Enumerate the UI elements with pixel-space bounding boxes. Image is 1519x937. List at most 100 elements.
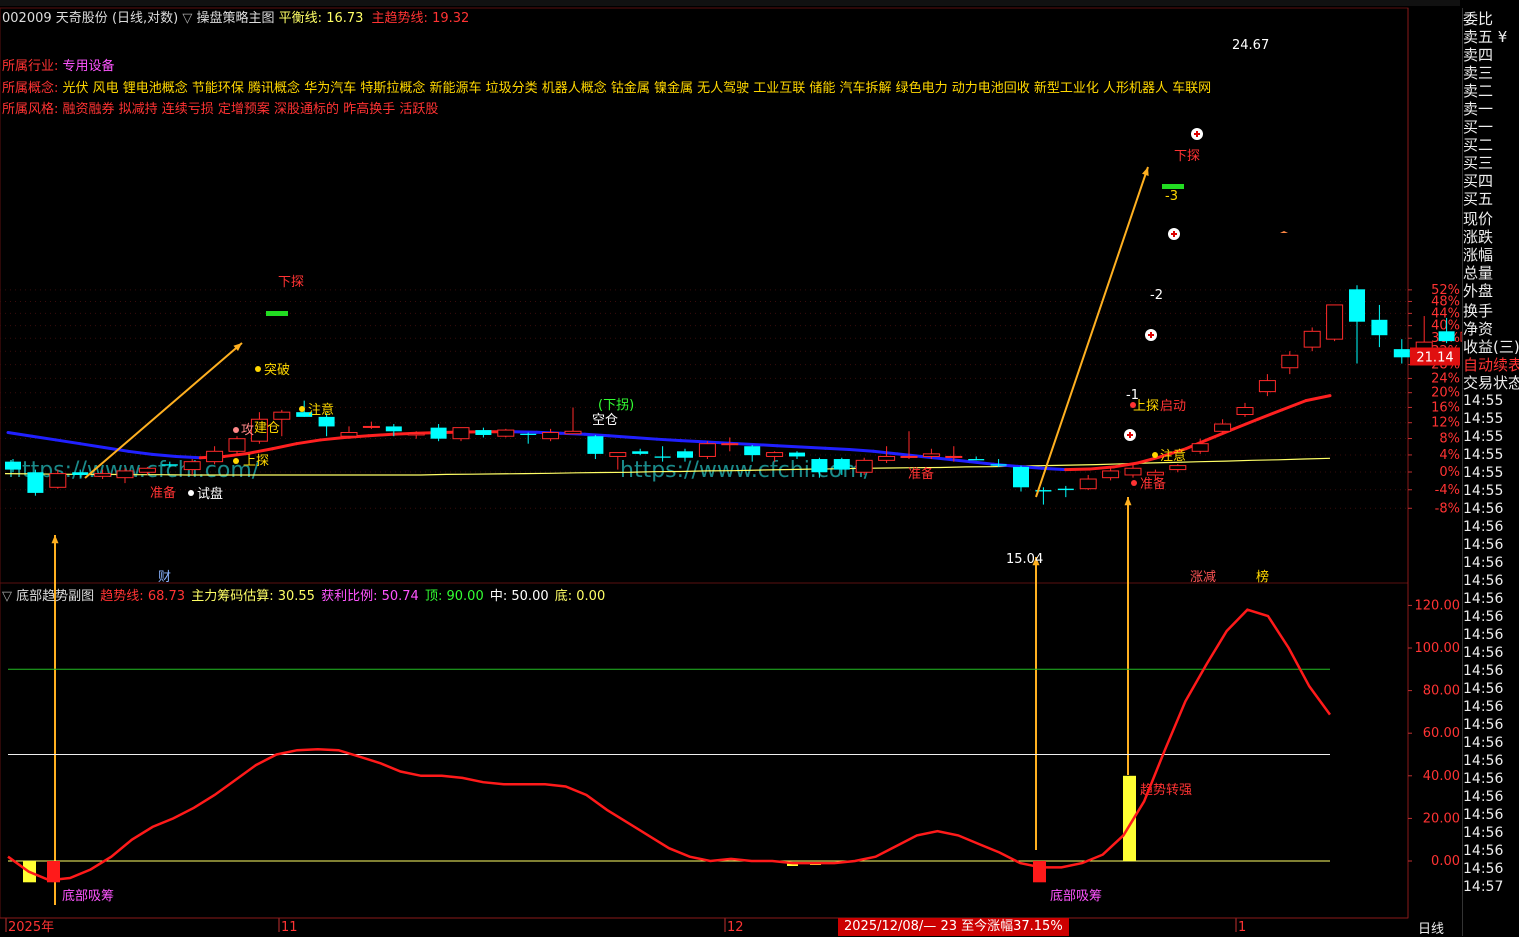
signal-dot (299, 406, 305, 412)
candle-body-down (811, 459, 827, 472)
trend-line-seg (152, 454, 176, 456)
signal-dot (1130, 402, 1136, 408)
tick-time-19: 14:56 (1463, 734, 1519, 752)
chart-annotation: 空仓 (592, 413, 618, 428)
stock-name[interactable]: 天奇股份 (56, 11, 108, 26)
industry-label: 所属行业: (2, 59, 58, 74)
x-axis-label: 2025年 (8, 920, 54, 935)
candle-body-down (1013, 467, 1029, 487)
candle-body-down (744, 446, 760, 455)
tick-time-4: 14:55 (1463, 464, 1519, 482)
candle-body-down (475, 430, 491, 435)
candle-body-down (431, 428, 447, 439)
trend-line-seg (849, 450, 873, 452)
up-arrow-head (1142, 167, 1149, 176)
candle-body-up (1103, 471, 1119, 478)
date-range-badge[interactable]: 2025/12/08/— 23 至今涨幅37.15% (838, 918, 1069, 936)
candle-body-down (1371, 320, 1387, 335)
tick-time-26: 14:56 (1463, 860, 1519, 878)
signal-dot (1131, 480, 1137, 486)
main-indicator-name[interactable]: 操盘策略主图 (197, 11, 275, 26)
quote-field-4: 卖二 (1463, 82, 1519, 100)
quote-field-0: 委比 (1463, 10, 1519, 28)
indicator-dropdown-icon[interactable]: ▽ (182, 11, 192, 26)
trend-line-seg (176, 456, 200, 457)
tick-time-16: 14:56 (1463, 680, 1519, 698)
x-axis-label: 1 (1238, 920, 1246, 935)
tick-time-1: 14:55 (1463, 410, 1519, 428)
chart-annotation: (下拐) (598, 398, 634, 413)
balance-line-label: 平衡线: (279, 11, 322, 26)
sub-dropdown-icon[interactable]: ▽ (2, 589, 12, 604)
mid-label: 中: (490, 589, 507, 604)
tick-time-list: 14:5514:5514:5514:5514:5514:5514:5614:56… (1463, 392, 1519, 896)
trend-line-seg (1066, 469, 1090, 470)
signal-dot (1152, 452, 1158, 458)
candle-body-up (1147, 472, 1163, 475)
chart-canvas[interactable]: 52%48%44%40%36%32%28%24%20%16%12%8%4%0%-… (0, 0, 1462, 936)
bottom-value: 0.00 (576, 589, 605, 604)
sub-bar-label: 底部吸筹 (1050, 888, 1102, 904)
candle-body-down (991, 464, 1007, 465)
profit-label: 获利比例: (321, 589, 377, 604)
y-tick-label: 12% (1431, 416, 1460, 431)
quote-field-15: 外盘 (1463, 282, 1519, 300)
sub-trend-value: 68.73 (148, 589, 185, 604)
trend-line-seg (272, 444, 296, 449)
sub-chart-header: ▽ 底部趋势副图 趋势线: 68.73 主力筹码估算: 30.55 获利比例: … (2, 585, 605, 604)
candle-body-up (610, 453, 626, 457)
sub-y-tick-label: 0.00 (1431, 854, 1460, 869)
trend-line-seg (369, 434, 393, 435)
candle-body-down (319, 417, 335, 427)
style-row: 所属风格: 融资融券 拟减持 连续亏损 定增预案 深股通标的 昨高换手 活跃股 (2, 99, 1211, 121)
candle-body-up (1080, 479, 1096, 489)
trend-line-seg (705, 442, 729, 443)
candle-body-up (1282, 355, 1298, 367)
trend-line-seg (825, 448, 849, 449)
candle-body-down (632, 451, 648, 454)
trend-line-seg (1090, 467, 1114, 469)
stock-code: 002009 (2, 11, 52, 26)
candle-body-up (767, 453, 783, 457)
main-chart-header: 002009 天奇股份 (日线,对数) ▽ 操盘策略主图 平衡线: 16.73 … (2, 7, 469, 26)
industry-row: 所属行业: 专用设备 (2, 56, 1211, 78)
chart-annotation: 注意 (1160, 448, 1186, 464)
concept-label: 所属概念: (2, 81, 58, 96)
candle-body-up (879, 456, 895, 460)
candle-body-down (655, 456, 671, 457)
small-marker (1280, 231, 1288, 233)
y-tick-label: -4% (1435, 483, 1460, 498)
candle-body-down (587, 436, 603, 454)
candle-body-up (498, 430, 514, 436)
concept-row: 所属概念: 光伏 风电 锂电池概念 节能环保 腾讯概念 华为汽车 特斯拉概念 新… (2, 78, 1211, 100)
chip-label: 主力筹码估算: (191, 589, 273, 604)
chart-annotation: 下探 (1174, 149, 1200, 164)
tick-time-15: 14:56 (1463, 662, 1519, 680)
auto-continue-label[interactable]: 自动续表 (1463, 356, 1519, 374)
chart-annotation: 涨减 (1190, 570, 1216, 585)
candle-body-up (1215, 424, 1231, 431)
quote-field-list: 委比卖五 ¥卖四卖三卖二卖一买一买二买三买四买五现价涨跌涨幅总量外盘换手净资收益… (1463, 10, 1519, 356)
style-label: 所属风格: (2, 102, 58, 117)
tick-time-5: 14:55 (1463, 482, 1519, 500)
quote-field-14: 总量 (1463, 264, 1519, 282)
chart-annotation: 建仓 (254, 421, 280, 436)
chart-annotation: 上探 (243, 454, 269, 469)
industry-value: 专用设备 (63, 59, 115, 74)
chart-annotation: 攻 (241, 423, 254, 438)
candle-body-down (27, 472, 43, 493)
bottom-arrow-head (51, 535, 58, 543)
candle-body-down (1439, 331, 1455, 341)
sub-indicator-name[interactable]: 底部趋势副图 (16, 589, 94, 604)
candle-body-down (162, 464, 178, 465)
candle-body-down (1349, 289, 1365, 321)
green-signal-bar (266, 311, 288, 316)
trend-line-seg (8, 433, 32, 437)
trend-line-seg (777, 446, 801, 447)
chart-annotation: 榜 (1256, 569, 1269, 585)
tick-time-0: 14:55 (1463, 392, 1519, 410)
bottom-arrow-head (1124, 497, 1131, 505)
green-signal-bar (1162, 184, 1184, 189)
period-button[interactable]: 日线 (1418, 918, 1444, 937)
candle-body-up (207, 451, 223, 461)
